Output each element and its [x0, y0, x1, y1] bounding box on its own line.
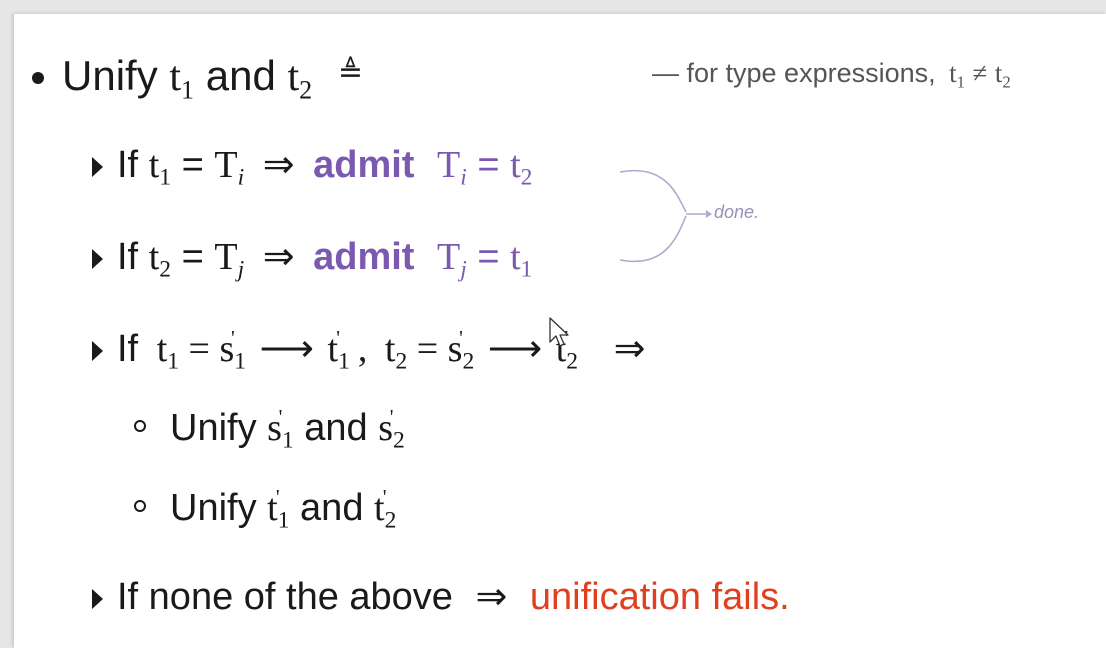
- sub-a-s2: s2 ': [378, 404, 405, 454]
- sub-a-unify: Unify: [170, 407, 257, 449]
- note-neq: ≠: [972, 58, 988, 88]
- rule-4-result: unification fails.: [529, 576, 790, 618]
- rule-2: If t2 = Tj ⇒ admit Tj = t1: [92, 234, 533, 283]
- sub-a-s1: s1 ': [267, 404, 294, 454]
- rule-1: If t1 = Ti ⇒ admit Ti = t2: [92, 142, 533, 191]
- rule-2-t: t2: [148, 236, 172, 283]
- done-note: done.: [714, 202, 760, 222]
- rule-2-admit-eq: =: [477, 236, 500, 278]
- heading-note: — for type expressions, t1 ≠ t2: [652, 58, 1011, 92]
- arrow-bullet-icon: [92, 157, 103, 177]
- note-t1: t1: [949, 58, 966, 92]
- rule-3-math: t1 = s1 ' ⟶ t1 ', t2 = s2 ' ⟶ t2 ': [156, 325, 579, 375]
- rule-2-admit-T: Tj: [437, 236, 467, 283]
- mouse-cursor-icon: [549, 317, 569, 347]
- rule-1-admit-eq: =: [477, 144, 500, 186]
- sub-b-t2: t2 ': [374, 484, 397, 534]
- rule-1-eq: =: [181, 144, 204, 186]
- rule-3-if: If: [117, 328, 139, 370]
- sub-item-a: Unify s1 ' and s2 ': [134, 404, 405, 454]
- rule-1-admit-rhs: t2: [510, 144, 533, 191]
- rule-3-s2: s2 ': [447, 325, 475, 375]
- heading-and: and: [205, 52, 276, 99]
- note-t2: t2: [994, 58, 1011, 92]
- heading-line: Unify t1 and t2 ≜: [32, 52, 363, 105]
- rule-3-arrow2: ⟶: [487, 328, 543, 370]
- brace-upper-stroke: [619, 169, 687, 213]
- rule-4-implies: ⇒: [475, 576, 508, 618]
- sub-b-unify: Unify: [170, 487, 257, 529]
- rule-1-admit-T: Ti: [437, 144, 467, 191]
- rule-2-admit: admit: [313, 236, 415, 278]
- rule-1-implies: ⇒: [262, 144, 295, 186]
- heading-t2: t2: [287, 54, 313, 105]
- rule-3-lhs1: t1: [156, 328, 180, 375]
- arrow-bullet-icon: [92, 589, 103, 609]
- rule-3-t1: t1 ': [327, 325, 350, 375]
- rule-2-T: Tj: [214, 236, 245, 283]
- slide: Unify t1 and t2 ≜ — for type expressions…: [14, 14, 1106, 648]
- rule-1-if: If: [117, 144, 139, 186]
- heading-t1: t1: [169, 54, 195, 105]
- circle-bullet-icon: [134, 500, 146, 512]
- cursor-arrow-shape: [549, 317, 569, 347]
- rule-3-s1: s1 ': [219, 325, 247, 375]
- note-text: — for type expressions,: [652, 58, 936, 88]
- arrow-bullet-icon: [92, 341, 103, 361]
- rule-2-if: If: [117, 236, 139, 278]
- rule-1-t: t1: [148, 144, 172, 191]
- rule-1-T: Ti: [214, 144, 245, 191]
- sub-item-b: Unify t1 ' and t2 ': [134, 484, 397, 534]
- sub-b-and: and: [300, 487, 364, 529]
- rule-3-lhs2: t2: [384, 328, 408, 375]
- brace-lower-stroke: [619, 215, 687, 263]
- rule-2-eq: =: [181, 236, 204, 278]
- rule-2-admit-rhs: t1: [510, 236, 533, 283]
- sub-b-t1: t1 ': [267, 484, 290, 534]
- sub-a-and: and: [304, 407, 368, 449]
- arrow-bullet-icon: [92, 249, 103, 269]
- bullet-icon: [32, 72, 44, 84]
- rule-3-implies: ⇒: [613, 328, 646, 370]
- rule-2-implies: ⇒: [262, 236, 295, 278]
- circle-bullet-icon: [134, 420, 146, 432]
- rule-4: If none of the above ⇒ unification fails…: [92, 574, 790, 619]
- rule-4-text: If none of the above: [117, 576, 453, 618]
- defeq-symbol: ≜: [337, 56, 363, 89]
- brace-pointer-head: [706, 210, 712, 218]
- heading-unify: Unify: [62, 52, 158, 99]
- rule-1-admit: admit: [313, 144, 415, 186]
- rule-3-arrow1: ⟶: [259, 328, 315, 370]
